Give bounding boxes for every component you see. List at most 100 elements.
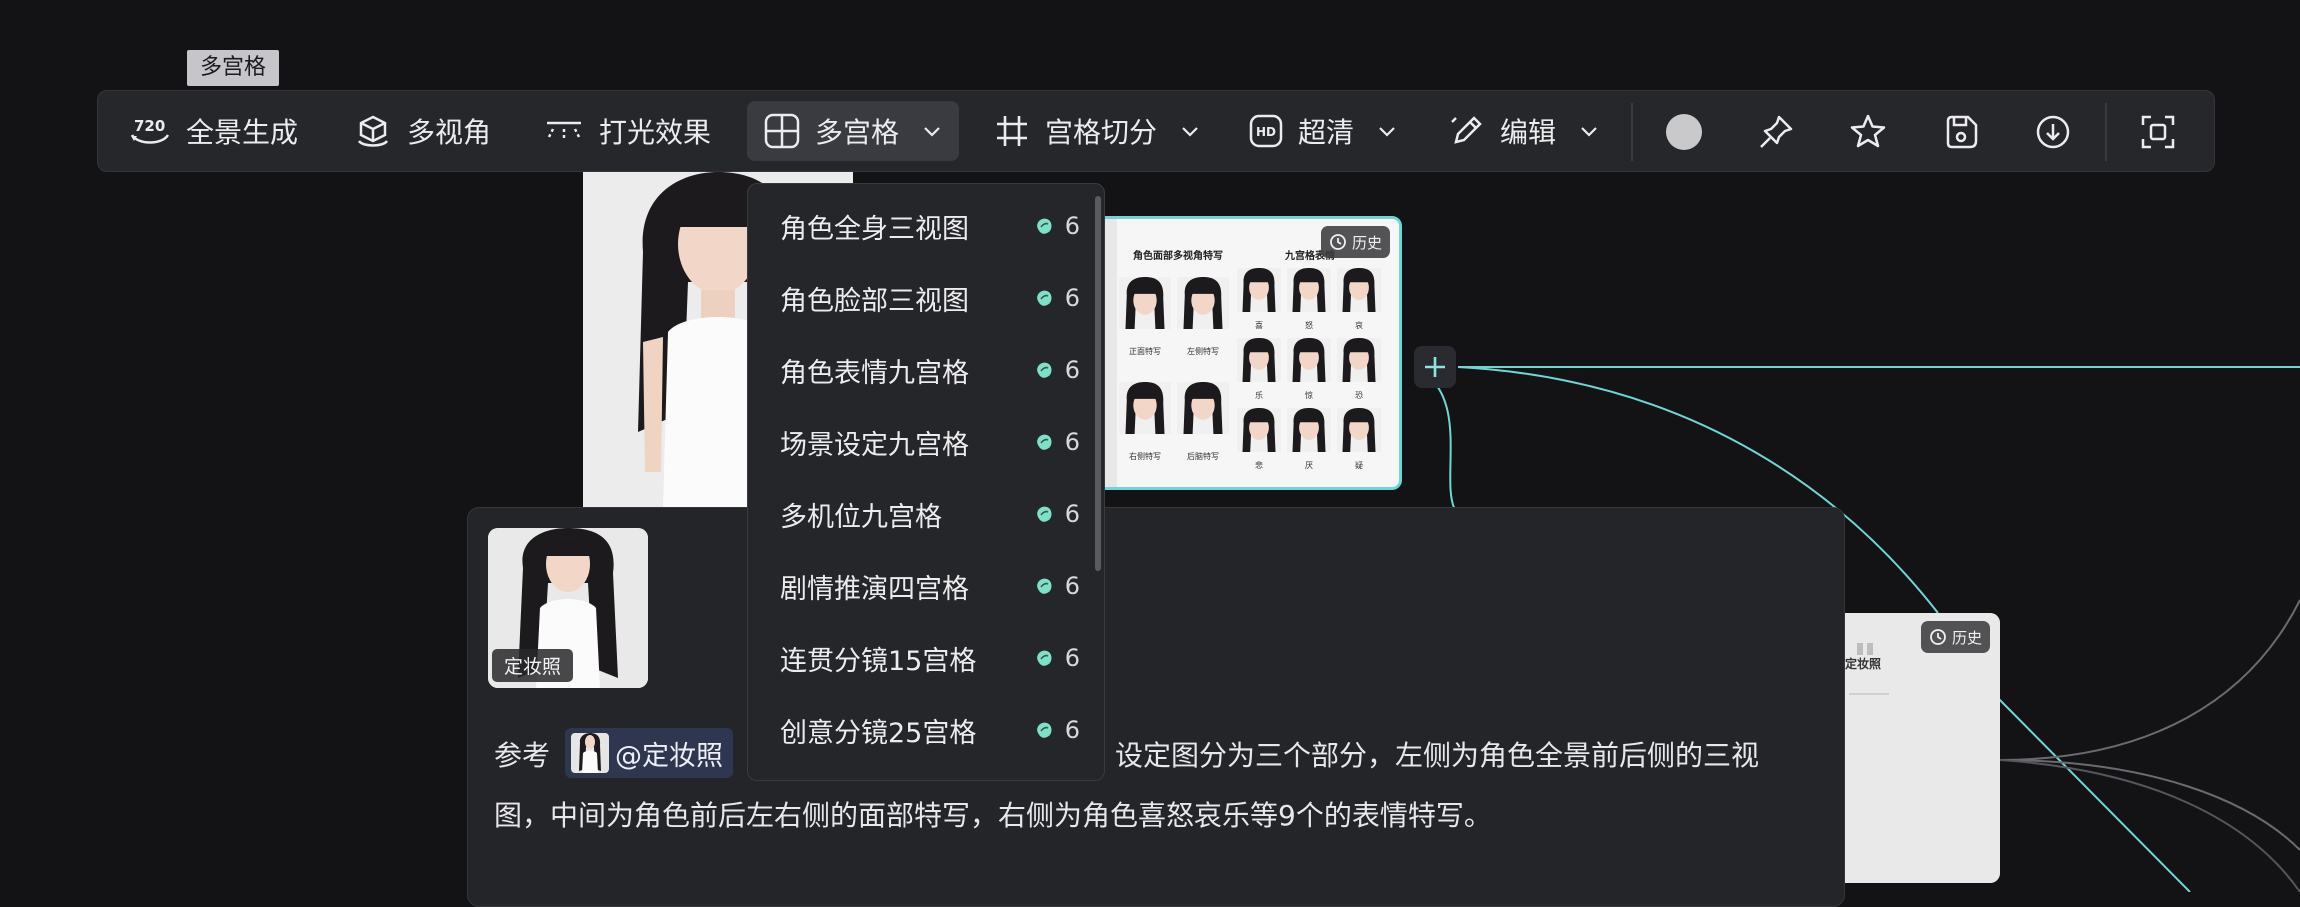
- toolbar-label: 多宫格: [815, 116, 900, 149]
- emotion-cell: 厌: [1287, 404, 1331, 470]
- face-closeup-cell: 右侧特写: [1119, 369, 1171, 461]
- dropdown-scrollbar[interactable]: [1095, 196, 1101, 571]
- svg-text:HD: HD: [1256, 125, 1276, 139]
- emotion-label: 疑: [1355, 461, 1363, 470]
- emotion-label: 乐: [1255, 391, 1263, 400]
- dropdown-item[interactable]: 场景设定九宫格 6: [780, 418, 1080, 466]
- costume-result-image: [1845, 613, 2000, 883]
- dropdown-item-cost: 6: [1033, 562, 1080, 610]
- face-closeup-label: 左侧特写: [1187, 347, 1219, 356]
- toolbar-divider: [2105, 103, 2107, 161]
- dropdown-item-cost: 6: [1033, 490, 1080, 538]
- prompt-text-line-2: 图，中间为角色前后左右侧的面部特写，右侧为角色喜怒哀乐等9个的表情特写。: [494, 799, 1492, 832]
- dropdown-item[interactable]: 角色全身三视图 6: [780, 202, 1080, 250]
- chip-label: @定妆照: [615, 740, 723, 772]
- emotion-label: 哀: [1355, 321, 1363, 330]
- cost-value: 6: [1064, 500, 1080, 528]
- toolbar-lighting-button[interactable]: 打光效果: [543, 101, 711, 161]
- fit-screen-button[interactable]: [2133, 107, 2183, 157]
- chevron-down-icon: [1581, 127, 1597, 137]
- dropdown-item-cost: 6: [1033, 202, 1080, 250]
- prompt-prefix: 参考: [494, 739, 551, 772]
- dropdown-item-label: 创意分镜25宫格: [780, 717, 977, 749]
- fit-screen-icon: [2141, 115, 2175, 149]
- dropdown-item-label: 角色全身三视图: [780, 213, 969, 245]
- emotion-cell: 喜: [1237, 264, 1281, 330]
- dropdown-item-cost: 6: [1033, 706, 1080, 754]
- toolbar-divider: [1631, 103, 1633, 161]
- save-button[interactable]: [1936, 107, 1986, 157]
- history-badge[interactable]: 历史: [1321, 226, 1391, 258]
- dropdown-item[interactable]: 连贯分镜15宫格 6: [780, 634, 1080, 682]
- toolbar-hd-button[interactable]: HD 超清: [1248, 101, 1398, 161]
- dropdown-item-label: 角色表情九宫格: [780, 357, 969, 389]
- add-node-button[interactable]: [1414, 346, 1456, 388]
- costume-card-title: 定妆照: [1845, 657, 1882, 671]
- face-closeup-cell: 后脑特写: [1177, 369, 1229, 461]
- toolbar-multiview-button[interactable]: 多视角: [353, 101, 491, 161]
- lighting-icon: [547, 121, 581, 139]
- multigrid-dropdown-menu: 角色全身三视图 6 角色脸部三视图 6 角色表情九宫格 6 场景设定九宫格 6 多机位九宫格 6 剧…: [747, 183, 1105, 781]
- svg-text:720: 720: [134, 117, 165, 135]
- emotion-label: 悲: [1255, 461, 1263, 470]
- download-button[interactable]: [2028, 107, 2078, 157]
- reference-chip[interactable]: @定妆照: [565, 728, 733, 778]
- cost-value: 6: [1064, 284, 1080, 312]
- pen-edit-icon: [1451, 116, 1482, 144]
- dropdown-item[interactable]: 创意分镜25宫格 6: [780, 706, 1080, 754]
- cost-value: 6: [1064, 644, 1080, 672]
- pin-icon: [1760, 115, 1793, 148]
- dropdown-item-cost: 6: [1033, 346, 1080, 394]
- bean-icon: [1036, 218, 1052, 234]
- history-label: 历史: [1352, 233, 1383, 252]
- toolbar-label: 多视角: [407, 116, 492, 149]
- bean-icon: [1036, 650, 1052, 666]
- toolbar-label: 编辑: [1500, 116, 1557, 149]
- emotion-label: 喜: [1255, 321, 1263, 330]
- emotion-label: 厌: [1305, 461, 1313, 470]
- color-button[interactable]: [1659, 107, 1709, 157]
- cost-value: 6: [1064, 212, 1080, 240]
- toolbar-multigrid-button[interactable]: 多宫格: [747, 101, 959, 161]
- dropdown-item-label: 角色脸部三视图: [780, 285, 969, 317]
- cost-value: 6: [1064, 356, 1080, 384]
- dropdown-item[interactable]: 角色表情九宫格 6: [780, 346, 1080, 394]
- dropdown-item-label: 多机位九宫格: [780, 501, 942, 533]
- emotion-cell: 怒: [1287, 264, 1331, 330]
- history-badge[interactable]: 历史: [1921, 621, 1991, 653]
- toolbar-panorama-button[interactable]: 720 全景生成: [128, 101, 298, 161]
- chevron-down-icon: [1182, 127, 1198, 137]
- image-toolbar: 720 全景生成 多视角 打光效果 多宫格 宫格切分 HD 超清 编辑: [97, 90, 2215, 172]
- cube-rotate-icon: [357, 115, 389, 147]
- emotion-cell: 疑: [1337, 404, 1381, 470]
- cost-value: 6: [1064, 428, 1080, 456]
- toolbar-grid-split-button[interactable]: 宫格切分: [993, 101, 1201, 161]
- face-closeup-cell: 正面特写: [1119, 264, 1171, 356]
- toolbar-label: 超清: [1298, 116, 1355, 149]
- history-icon: [1930, 629, 1946, 645]
- pin-button[interactable]: [1751, 107, 1801, 157]
- grid-result-card[interactable]: 角色面部多视角特写 九宫格表情 正面特写 左侧特写 右侧特写 后脑特写喜怒哀乐惊恐悲厌…: [1092, 216, 1402, 490]
- dropdown-item-cost: 6: [1033, 418, 1080, 466]
- thumbnail-label: 定妆照: [492, 649, 574, 682]
- emotion-cell: 悲: [1237, 404, 1281, 470]
- 720-panorama-icon: 720: [130, 117, 170, 144]
- reference-thumbnail[interactable]: 定妆照: [488, 528, 648, 688]
- face-closeup-label: 右侧特写: [1129, 452, 1161, 461]
- prompt-text-line-1: 设定图分为三个部分，左侧为角色全景前后侧的三视: [1115, 739, 1760, 772]
- dropdown-item[interactable]: 剧情推演四宫格 6: [780, 562, 1080, 610]
- favorite-button[interactable]: [1843, 107, 1893, 157]
- toolbar-edit-button[interactable]: 编辑: [1448, 101, 1600, 161]
- prompt-editor-panel[interactable]: 定妆照 参考 @定妆照 设定图分为三个部分，左侧为角色全景前后侧的三视 图，中间…: [467, 507, 1845, 907]
- emotion-label: 怒: [1305, 321, 1313, 330]
- toolbar-label: 打光效果: [599, 116, 712, 149]
- grid-cells: 正面特写 左侧特写 右侧特写 后脑特写 喜 怒 哀乐 惊 恐悲 厌 疑: [1095, 219, 1399, 487]
- dropdown-item[interactable]: 多机位九宫格 6: [780, 490, 1080, 538]
- dropdown-item-label: 剧情推演四宫格: [780, 573, 969, 605]
- bean-icon: [1036, 578, 1052, 594]
- chevron-down-icon: [924, 127, 940, 137]
- emotion-label: 惊: [1305, 391, 1313, 400]
- costume-result-card[interactable]: 定妆照 历史: [1845, 613, 2000, 883]
- dropdown-item[interactable]: 角色脸部三视图 6: [780, 274, 1080, 322]
- dropdown-item-label: 场景设定九宫格: [780, 429, 969, 461]
